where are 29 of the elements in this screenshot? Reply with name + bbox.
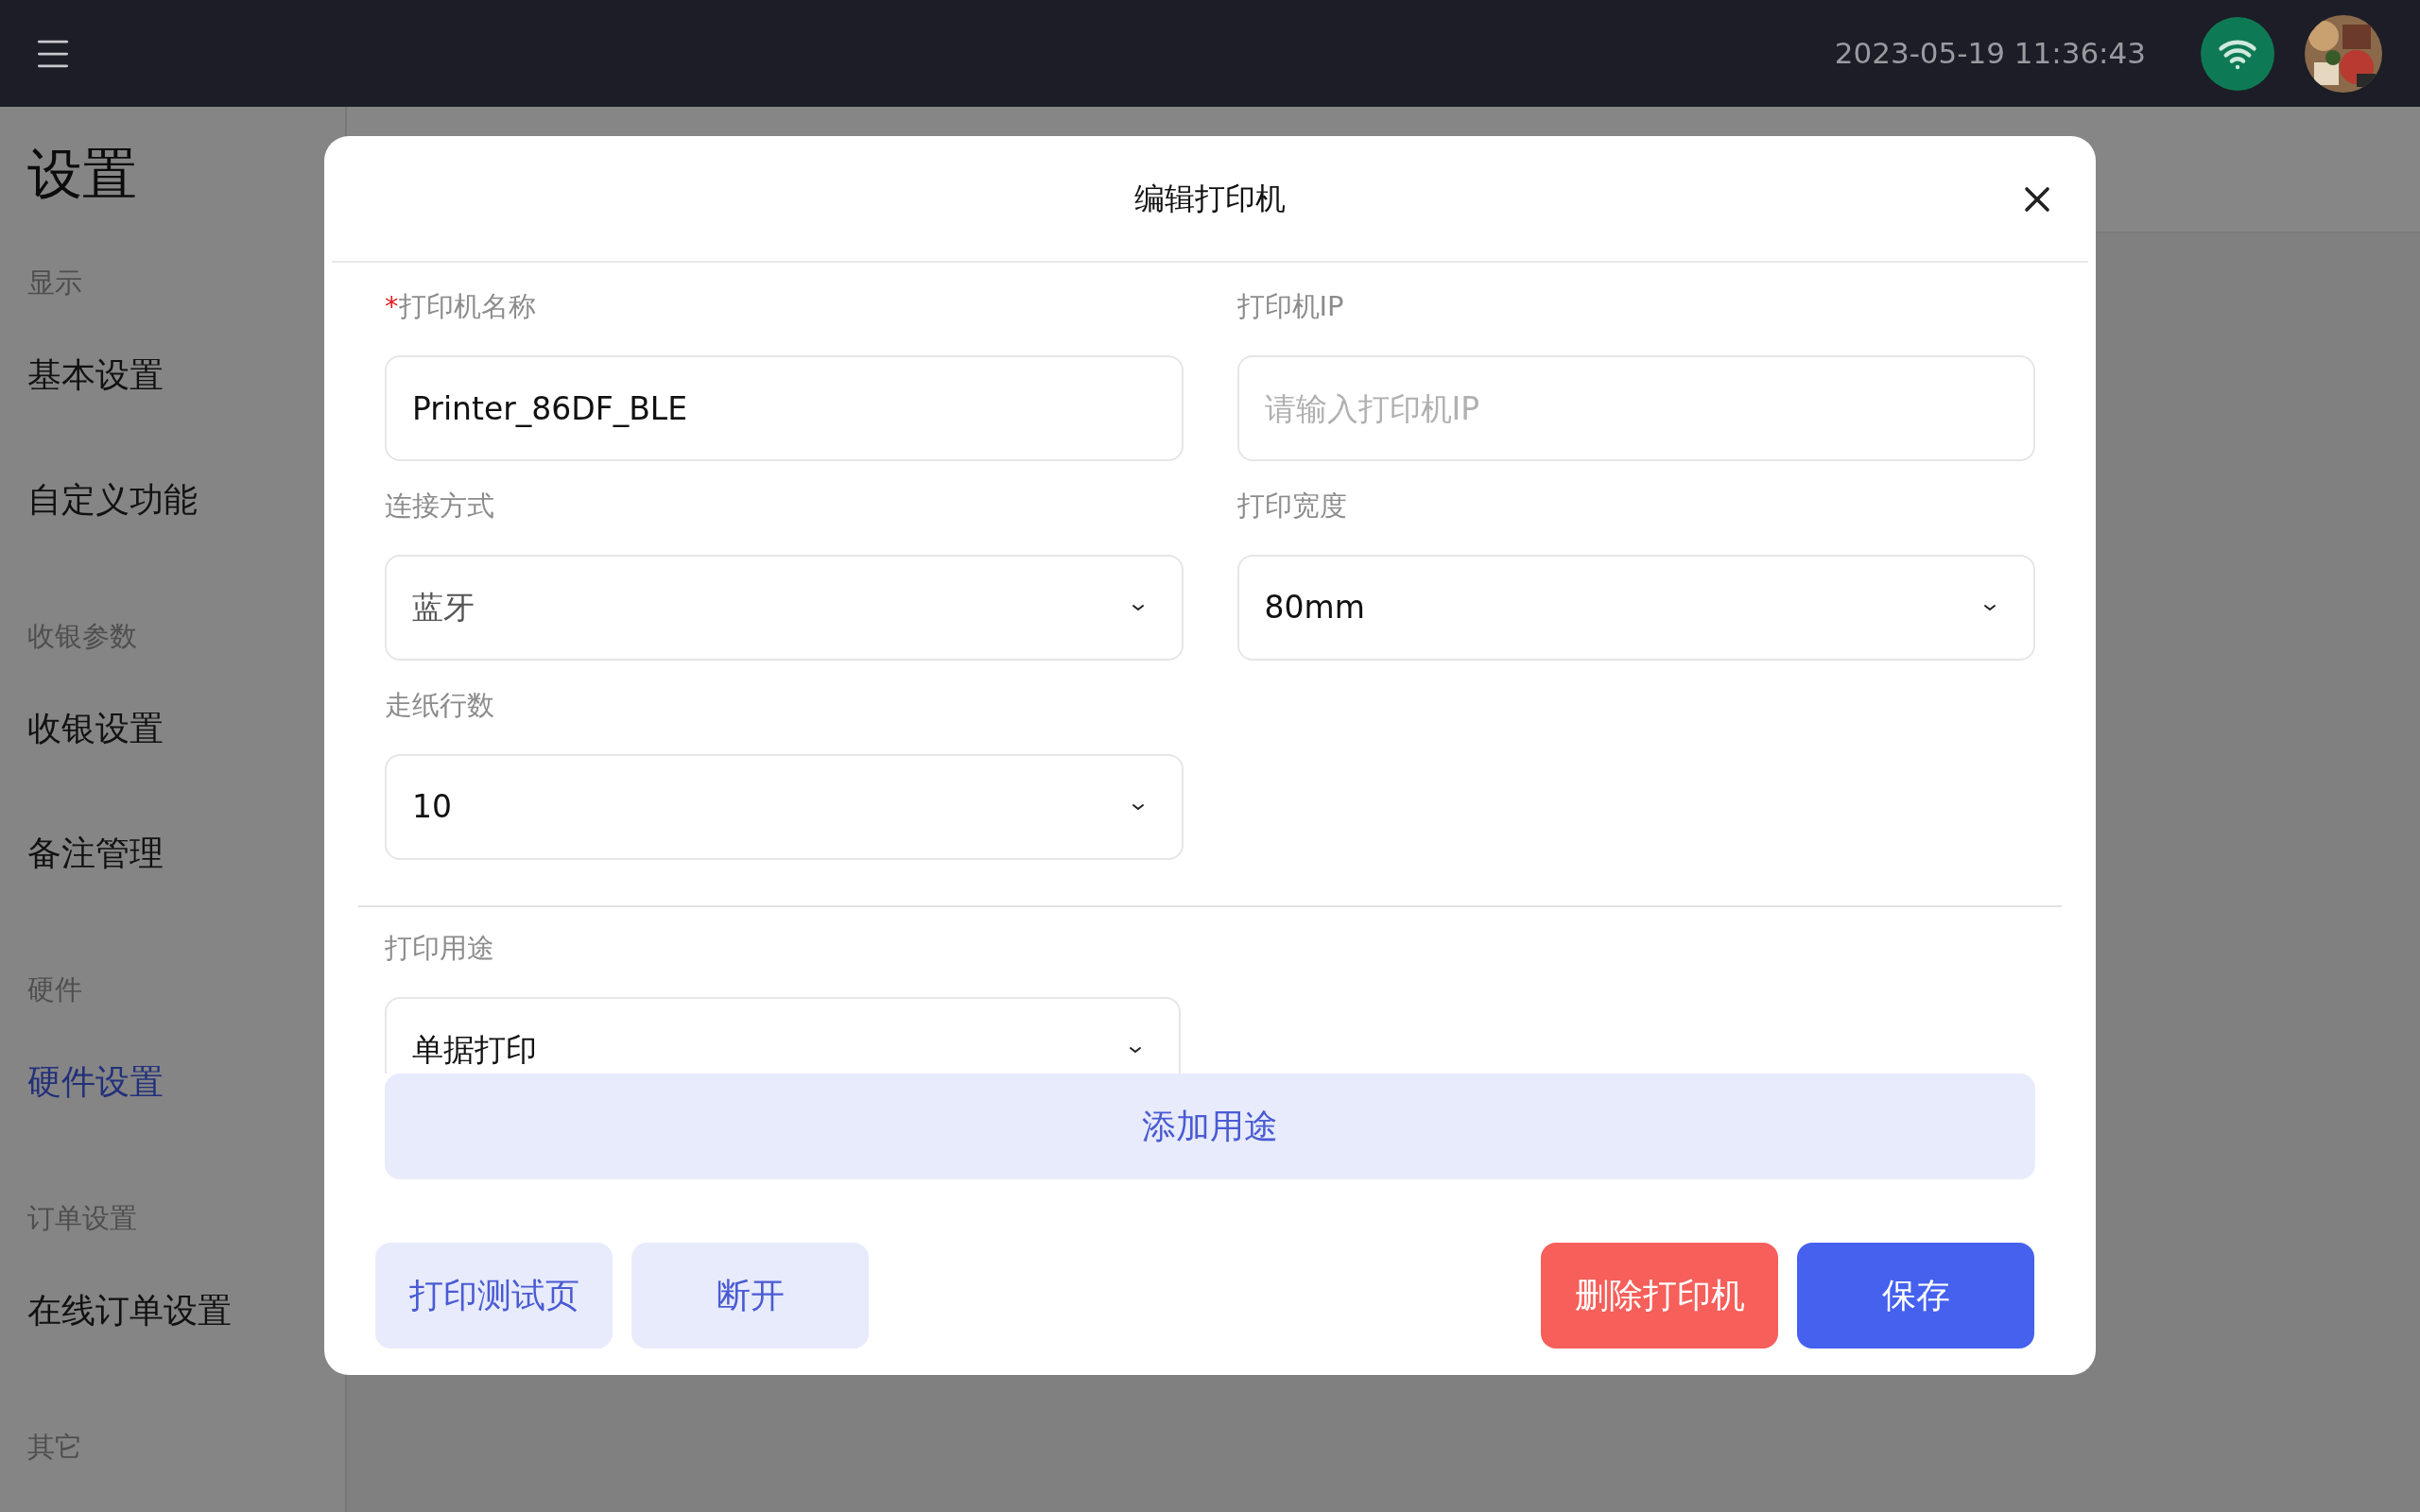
sidebar-item[interactable]: 硬件设置 <box>27 1057 164 1108</box>
field-label: 打印宽度 <box>1236 489 1347 524</box>
field-label: 连接方式 <box>385 489 494 524</box>
add-purpose-button[interactable]: 添加用途 <box>385 1074 2035 1179</box>
action-button[interactable]: 断开 <box>631 1243 869 1349</box>
select-field[interactable]: 80mm <box>1236 555 2035 661</box>
sidebar-item[interactable]: 自定义功能 <box>27 474 198 525</box>
field-label: 走纸行数 <box>385 688 494 724</box>
sidebar-item[interactable]: 在线订单设置 <box>27 1285 232 1336</box>
field-label: 打印用途 <box>385 931 494 967</box>
action-button[interactable]: 打印测试页 <box>375 1243 613 1349</box>
select-field[interactable]: 10 <box>385 754 1184 860</box>
dialog-title: 编辑打印机 <box>1134 180 1286 218</box>
chevron-down-icon <box>1982 603 1997 612</box>
delete-button[interactable]: 删除打印机 <box>1541 1243 1778 1349</box>
select-field[interactable]: 单据打印 <box>385 997 1181 1074</box>
text-field[interactable]: 请输入打印机IP <box>1236 355 2035 461</box>
sidebar-item[interactable]: 备注管理 <box>27 828 164 879</box>
save-button[interactable]: 保存 <box>1797 1243 2034 1349</box>
chevron-down-icon <box>1128 1045 1143 1055</box>
chevron-down-icon <box>1130 802 1146 812</box>
sidebar-title: 设置 <box>27 146 138 201</box>
sidebar-item[interactable]: 收银设置 <box>27 703 164 754</box>
text-field[interactable]: Printer_86DF_BLE <box>385 355 1184 461</box>
field-label: *打印机名称 <box>385 289 536 325</box>
field-label: 打印机IP <box>1236 289 1344 325</box>
datetime: 2023-05-19 11:36:43 <box>1834 35 2146 73</box>
chevron-down-icon <box>1130 603 1146 612</box>
sidebar-item[interactable]: 基本设置 <box>27 350 164 401</box>
